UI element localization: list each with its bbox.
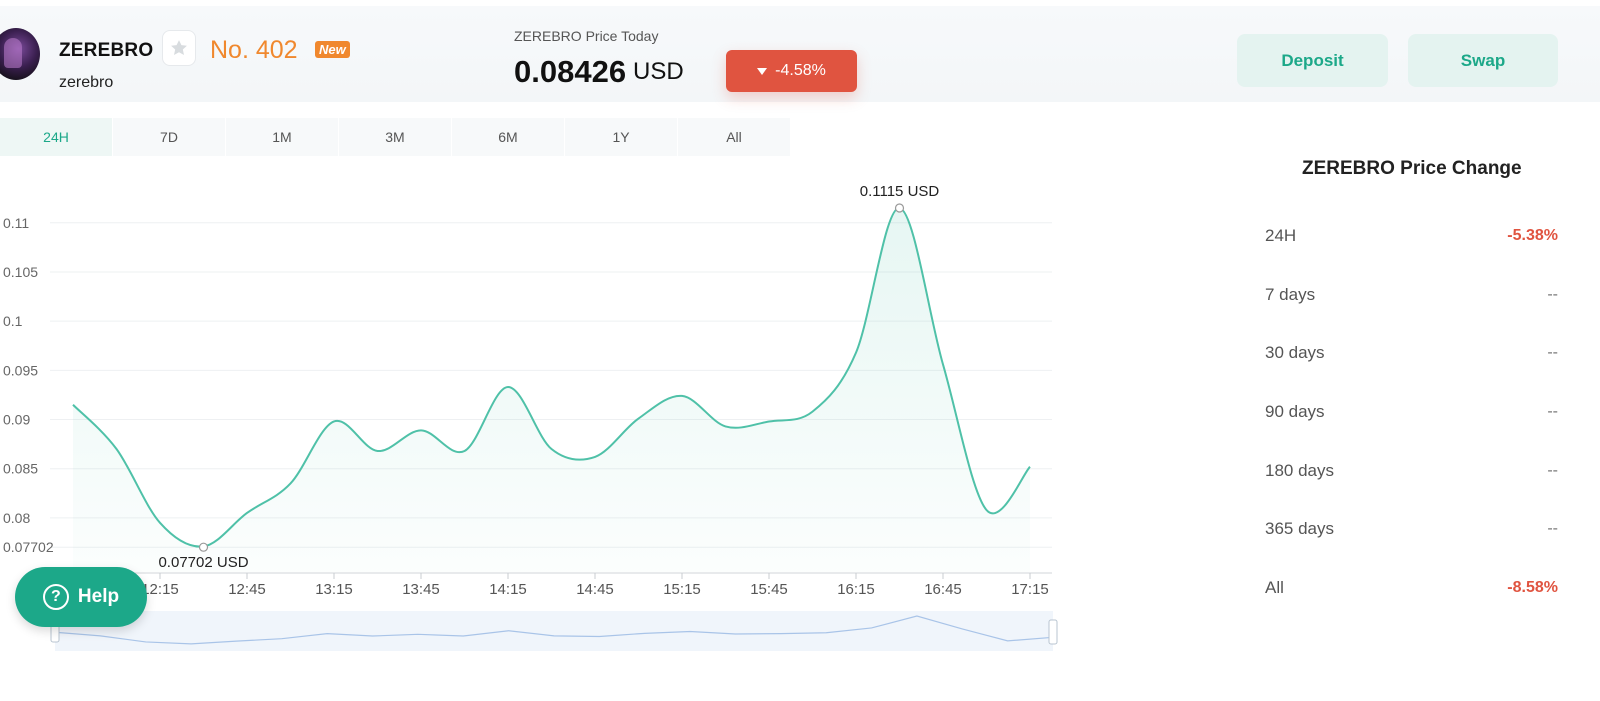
tab-all[interactable]: All <box>678 118 791 156</box>
new-badge: New <box>315 41 350 58</box>
extreme-point-marker <box>894 203 905 213</box>
price-change-value: -8.58% <box>1507 579 1558 596</box>
price-change-label: 24H <box>1265 226 1297 245</box>
x-tick-label: 14:15 <box>489 581 527 598</box>
price-change-label: 7 days <box>1265 285 1316 304</box>
price-change-value: -- <box>1547 520 1558 537</box>
coin-symbol: ZEREBRO <box>59 40 154 61</box>
tab-1m[interactable]: 1M <box>226 118 339 156</box>
price-change-value: -- <box>1547 344 1558 361</box>
x-tick-label: 16:15 <box>837 581 875 598</box>
price-change-label: All <box>1265 578 1284 597</box>
price-change-row: All -8.58% <box>1265 577 1558 599</box>
coin-avatar <box>0 28 40 80</box>
x-tick-label: 15:15 <box>663 581 701 598</box>
price-change-label: 30 days <box>1265 343 1325 362</box>
x-tick-label: 13:15 <box>315 581 353 598</box>
price-change-value: -- <box>1547 286 1558 303</box>
price-change-row: 180 days -- <box>1265 460 1558 482</box>
favorite-button[interactable] <box>162 30 196 66</box>
y-tick-label: 0.07702 <box>3 539 54 555</box>
navigator-right-handle[interactable] <box>1048 619 1058 645</box>
timeframe-tabs: 24H 7D 1M 3M 6M 1Y All <box>0 118 791 156</box>
y-axis: 0.11 0.105 0.1 0.095 0.09 0.085 0.08 0.07702 <box>3 215 54 555</box>
y-tick-label: 0.105 <box>3 264 38 280</box>
extreme-point-marker <box>198 542 209 552</box>
deposit-button[interactable]: Deposit <box>1237 34 1388 87</box>
tab-24h[interactable]: 24H <box>0 118 113 156</box>
coin-name: zerebro <box>59 74 114 91</box>
question-circle-icon: ? <box>42 584 69 610</box>
price-change-label: 90 days <box>1265 402 1325 421</box>
triangle-down-icon <box>757 67 768 75</box>
price-change-row: 365 days -- <box>1265 518 1558 540</box>
price-value: 0.08426 <box>514 54 627 89</box>
extreme-price-label: 0.1115 USD <box>860 183 940 200</box>
coin-header: ZEREBRO zerebro No. 402 New ZEREBRO Pric… <box>0 6 1600 102</box>
star-icon <box>171 40 187 55</box>
x-tick-label: 17:15 <box>1011 581 1049 598</box>
price-change-row: 30 days -- <box>1265 342 1558 364</box>
y-tick-label: 0.09 <box>3 412 30 428</box>
price-change-row: 24H -5.38% <box>1265 225 1558 247</box>
y-tick-label: 0.085 <box>3 461 38 477</box>
swap-button[interactable]: Swap <box>1408 34 1558 87</box>
price-change-badge: -4.58% <box>726 50 857 92</box>
price-unit: USD <box>633 58 684 85</box>
y-tick-label: 0.08 <box>3 510 30 526</box>
x-axis: 12:15 12:45 13:15 13:45 14:15 14:45 15:15 15:45… <box>141 573 1049 598</box>
price-change-value: -5.38% <box>1507 227 1558 244</box>
price-change-row: 7 days -- <box>1265 284 1558 306</box>
price-change-value: -4.58% <box>775 62 826 79</box>
extreme-price-label: 0.07702 USD <box>158 554 248 571</box>
price-chart[interactable]: 0.11 0.105 0.1 0.095 0.09 0.085 0.08 0.07702 12… <box>0 160 1070 660</box>
coin-rank: No. 402 <box>210 36 298 64</box>
y-tick-label: 0.1 <box>3 313 23 329</box>
range-navigator[interactable] <box>55 611 1053 651</box>
help-button[interactable]: ? Help <box>15 567 147 627</box>
tab-7d[interactable]: 7D <box>113 118 226 156</box>
tab-1y[interactable]: 1Y <box>565 118 678 156</box>
y-tick-label: 0.095 <box>3 362 38 378</box>
price-label: ZEREBRO Price Today <box>514 28 659 44</box>
price-change-title: ZEREBRO Price Change <box>1302 158 1522 179</box>
price-change-value: -- <box>1547 403 1558 420</box>
tab-3m[interactable]: 3M <box>339 118 452 156</box>
price-change-value: -- <box>1547 462 1558 479</box>
x-tick-label: 14:45 <box>576 581 614 598</box>
x-tick-label: 12:45 <box>228 581 266 598</box>
price-change-label: 365 days <box>1265 519 1334 538</box>
price-change-label: 180 days <box>1265 461 1334 480</box>
x-tick-label: 15:45 <box>750 581 788 598</box>
y-tick-label: 0.11 <box>3 215 29 231</box>
help-label: Help <box>77 586 120 607</box>
x-tick-label: 13:45 <box>402 581 440 598</box>
price-change-row: 90 days -- <box>1265 401 1558 423</box>
x-tick-label: 16:45 <box>924 581 962 598</box>
tab-6m[interactable]: 6M <box>452 118 565 156</box>
